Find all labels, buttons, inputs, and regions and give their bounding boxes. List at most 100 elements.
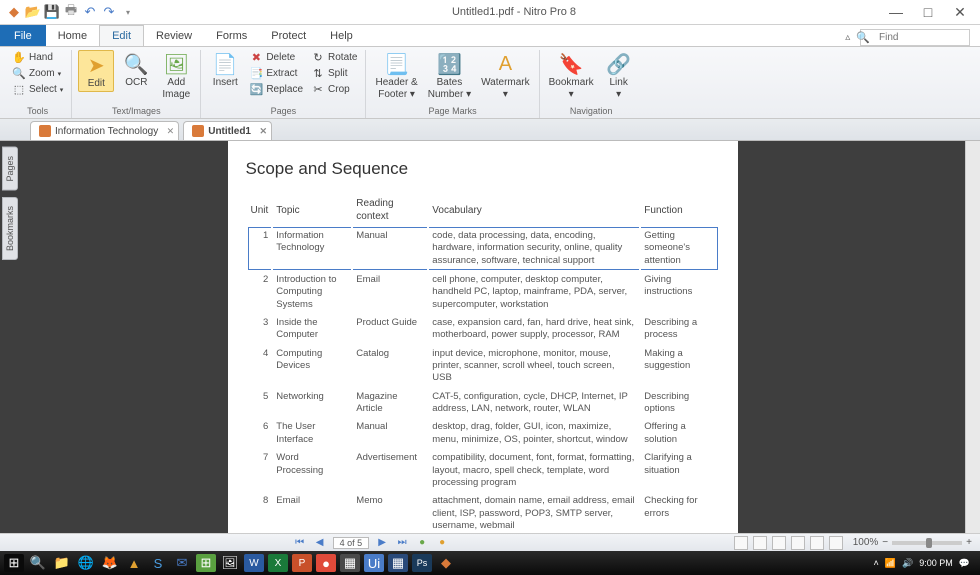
select-button[interactable]: ⬚Select ▾ (10, 82, 65, 97)
clock[interactable]: 9:00 PM (919, 558, 953, 568)
app-icon-3[interactable]: Ui (364, 554, 384, 572)
tab-protect[interactable]: Protect (259, 25, 318, 46)
replace-button[interactable]: 🔄Replace (247, 82, 305, 97)
zoom-slider[interactable] (892, 541, 962, 545)
first-page-button[interactable]: ⏮ (293, 537, 307, 548)
firefox-icon[interactable]: 🦊 (100, 554, 120, 572)
tab-edit[interactable]: Edit (99, 25, 144, 46)
print-icon[interactable]: 🖶 (63, 4, 79, 20)
nitro-icon[interactable]: ◆ (436, 554, 456, 572)
nav-fwd-button[interactable]: ● (435, 537, 449, 548)
zoom-button[interactable]: 🔍Zoom ▾ (10, 66, 65, 81)
find-input[interactable] (860, 29, 970, 46)
last-page-button[interactable]: ⏭ (395, 537, 409, 548)
tab-home[interactable]: Home (46, 25, 99, 46)
skype-icon[interactable]: S (148, 554, 168, 572)
table-row[interactable]: 2Introduction to Computing SystemsEmailc… (248, 272, 718, 313)
volume-icon[interactable]: 🔊 (902, 558, 913, 569)
vlc-icon[interactable]: ▲ (124, 554, 144, 572)
notification-icon[interactable]: 💬 (959, 558, 970, 569)
search-icon: 🔍 (856, 31, 870, 44)
table-row[interactable]: 5NetworkingMagazine ArticleCAT-5, config… (248, 389, 718, 418)
file-tab[interactable]: File (0, 25, 46, 46)
photoshop-icon[interactable]: Ps (412, 554, 432, 572)
delete-button[interactable]: ✖Delete (247, 50, 305, 65)
redo-icon[interactable]: ↷ (101, 4, 117, 20)
add-image-button[interactable]: 🖼 Add Image (158, 50, 194, 102)
outlook-icon[interactable]: ✉ (172, 554, 192, 572)
tray-chevron-icon[interactable]: ˄ (874, 558, 879, 568)
tab-forms[interactable]: Forms (204, 25, 259, 46)
document-page[interactable]: Scope and Sequence Unit Topic Reading co… (228, 141, 738, 533)
view-mode-4[interactable] (791, 536, 805, 550)
cell-vocabulary: code, data processing, data, encoding, h… (429, 227, 639, 270)
close-tab-icon[interactable]: ✕ (167, 126, 175, 137)
view-mode-5[interactable] (810, 536, 824, 550)
minimize-button[interactable]: — (886, 4, 906, 21)
sidepane-pages[interactable]: Pages (2, 147, 18, 191)
app-icon-2[interactable]: ▦ (340, 554, 360, 572)
table-row[interactable]: 8EmailMemoattachment, domain name, email… (248, 493, 718, 533)
search-button[interactable]: 🔍 (28, 554, 48, 572)
close-button[interactable]: ✕ (950, 4, 970, 21)
table-row[interactable]: 4Computing DevicesCataloginput device, m… (248, 346, 718, 387)
split-button[interactable]: ⇅Split (309, 66, 359, 81)
store-icon[interactable]: ⊞ (196, 554, 216, 572)
table-row[interactable]: 6The User InterfaceManualdesktop, drag, … (248, 419, 718, 448)
tab-review[interactable]: Review (144, 25, 204, 46)
table-row[interactable]: 7Word ProcessingAdvertisementcompatibili… (248, 450, 718, 491)
crop-button[interactable]: ✂Crop (309, 82, 359, 97)
doc-tab[interactable]: Information Technology ✕ (30, 121, 179, 140)
prev-page-button[interactable]: ◀ (313, 537, 327, 548)
view-mode-2[interactable] (753, 536, 767, 550)
ocr-button[interactable]: 🔍 OCR (118, 50, 154, 90)
view-mode-1[interactable] (734, 536, 748, 550)
powerpoint-icon[interactable]: P (292, 554, 312, 572)
start-button[interactable]: ⊞ (4, 554, 24, 572)
tab-help[interactable]: Help (318, 25, 365, 46)
page-indicator[interactable]: 4 of 5 (333, 537, 370, 549)
doc-tab[interactable]: Untitled1 ✕ (183, 121, 272, 140)
view-mode-6[interactable] (829, 536, 843, 550)
view-mode-3[interactable] (772, 536, 786, 550)
rotate-button[interactable]: ↻Rotate (309, 50, 359, 65)
maximize-button[interactable]: □ (918, 4, 938, 21)
word-icon[interactable]: W (244, 554, 264, 572)
zoom-in-button[interactable]: + (966, 537, 972, 548)
sidepane-bookmarks[interactable]: Bookmarks (2, 197, 18, 260)
ribbon-minimize-icon[interactable]: ▵ (845, 32, 850, 43)
explorer-icon[interactable]: 📁 (52, 554, 72, 572)
excel-icon[interactable]: X (268, 554, 288, 572)
photos-icon[interactable]: 🖼 (220, 554, 240, 572)
page-title: Scope and Sequence (246, 159, 720, 179)
bookmark-button[interactable]: 🔖 Bookmark▾ (546, 50, 597, 102)
extract-button[interactable]: 📑Extract (247, 66, 305, 81)
vertical-scrollbar[interactable] (965, 141, 980, 533)
hand-icon: ✋ (12, 51, 26, 65)
link-button[interactable]: 🔗 Link▾ (601, 50, 637, 102)
table-row[interactable]: 3Inside the ComputerProduct Guidecase, e… (248, 315, 718, 344)
cell-topic: Email (273, 493, 351, 533)
app-icon-1[interactable]: ● (316, 554, 336, 572)
nav-back-button[interactable]: ● (415, 537, 429, 548)
hand-button[interactable]: ✋Hand (10, 50, 65, 65)
save-icon[interactable]: 💾 (44, 4, 60, 20)
chrome-icon[interactable]: 🌐 (76, 554, 96, 572)
insert-button[interactable]: 📄 Insert (207, 50, 243, 90)
open-icon[interactable]: 📂 (25, 4, 41, 20)
watermark-button[interactable]: A Watermark▾ (478, 50, 533, 102)
bates-number-button[interactable]: 🔢 BatesNumber ▾ (425, 50, 474, 102)
edit-button[interactable]: ➤ Edit (78, 50, 114, 92)
cell-topic: Information Technology (273, 227, 351, 270)
header-footer-button[interactable]: 📃 Header &Footer ▾ (372, 50, 420, 102)
network-icon[interactable]: 📶 (885, 558, 896, 569)
undo-icon[interactable]: ↶ (82, 4, 98, 20)
cell-unit: 1 (248, 227, 272, 270)
close-tab-icon[interactable]: ✕ (259, 126, 267, 137)
qat-dropdown-icon[interactable]: ▾ (120, 4, 136, 20)
table-row[interactable]: 1Information TechnologyManualcode, data … (248, 227, 718, 270)
app-icon-4[interactable]: ▦ (388, 554, 408, 572)
zoom-out-button[interactable]: − (882, 537, 888, 548)
next-page-button[interactable]: ▶ (375, 537, 389, 548)
cell-unit: 2 (248, 272, 272, 313)
